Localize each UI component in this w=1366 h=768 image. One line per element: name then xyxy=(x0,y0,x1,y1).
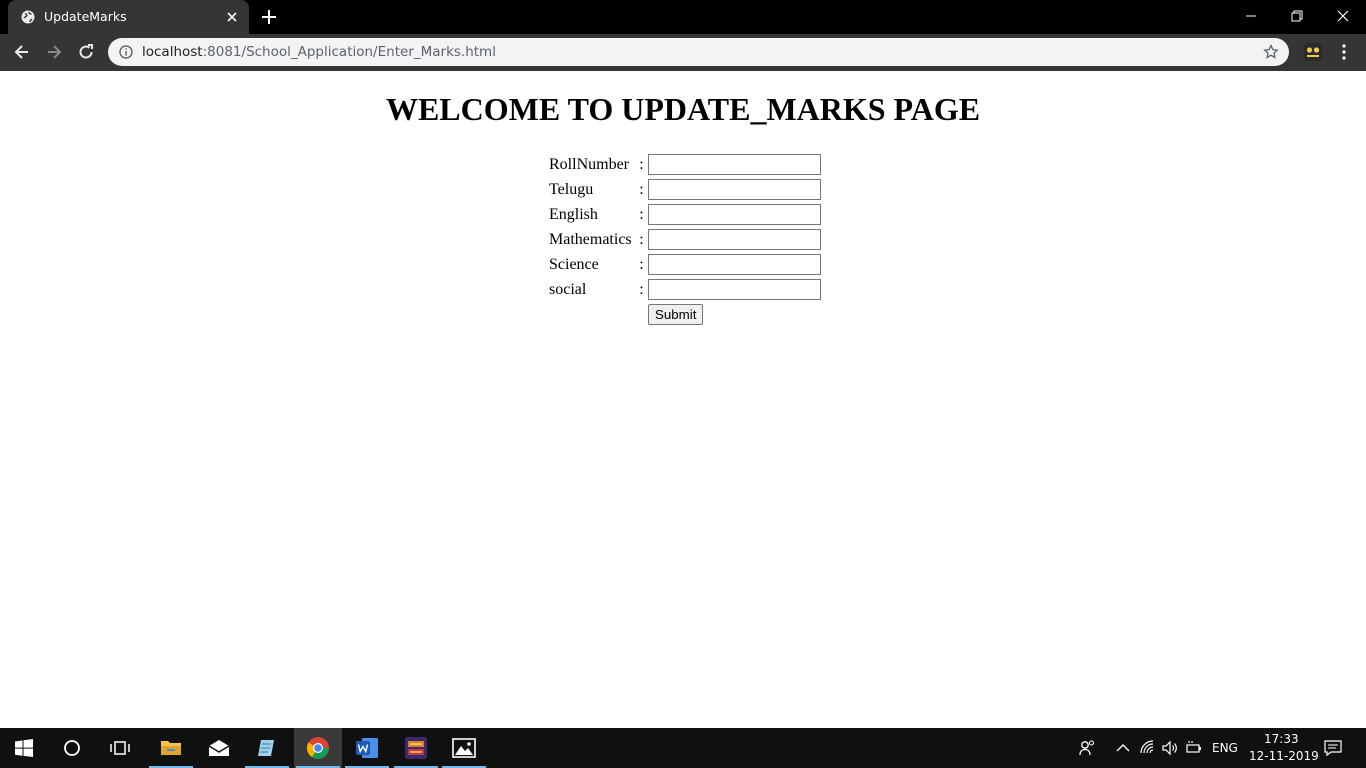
info-icon[interactable] xyxy=(119,45,133,59)
notepad-icon xyxy=(258,740,274,756)
close-tab-icon[interactable] xyxy=(224,9,240,25)
game-icon xyxy=(405,737,427,759)
field-separator: : xyxy=(639,155,644,173)
form-row-submit: Submit xyxy=(548,303,822,326)
taskbar-mail[interactable] xyxy=(195,728,243,768)
telugu-input[interactable] xyxy=(648,179,821,200)
field-label: Telugu xyxy=(549,180,594,198)
start-button[interactable] xyxy=(0,728,48,768)
field-label: RollNumber xyxy=(549,155,629,173)
volume-icon[interactable] xyxy=(1161,739,1179,757)
form-row-social: social : xyxy=(548,278,822,301)
language-indicator[interactable]: ENG xyxy=(1212,741,1238,755)
form-row-telugu: Telugu : xyxy=(548,178,822,201)
mail-icon xyxy=(208,740,230,756)
tab-title: UpdateMarks xyxy=(44,9,127,24)
chrome-icon xyxy=(306,737,329,759)
url-text: localhost:8081/School_Application/Enter_… xyxy=(142,44,496,60)
word-icon xyxy=(356,738,378,758)
url-path: :8081/School_Application/Enter_Marks.htm… xyxy=(202,44,496,60)
address-bar[interactable]: localhost:8081/School_Application/Enter_… xyxy=(108,38,1289,66)
wifi-icon[interactable] xyxy=(1139,739,1157,757)
marks-form: RollNumber : Telugu : English : Mathemat… xyxy=(546,151,824,328)
field-separator: : xyxy=(639,205,644,223)
search-button[interactable] xyxy=(48,728,96,768)
task-view-icon xyxy=(110,741,130,755)
form-row-english: English : xyxy=(548,203,822,226)
form-row-mathematics: Mathematics : xyxy=(548,228,822,251)
field-separator: : xyxy=(639,280,644,298)
mathematics-input[interactable] xyxy=(648,229,821,250)
science-input[interactable] xyxy=(648,254,821,275)
browser-tab[interactable]: UpdateMarks xyxy=(8,0,249,34)
battery-icon[interactable] xyxy=(1185,739,1203,757)
field-separator: : xyxy=(639,255,644,273)
people-icon[interactable] xyxy=(1078,739,1096,757)
taskbar-notepad[interactable] xyxy=(243,728,291,768)
form-row-rollnumber: RollNumber : xyxy=(548,153,822,176)
field-label: Mathematics xyxy=(549,230,632,248)
page-content: WELCOME TO UPDATE_MARKS PAGE RollNumber … xyxy=(0,71,1366,728)
clock-date[interactable]: 12-11-2019 xyxy=(1249,749,1319,763)
taskbar-file-explorer[interactable] xyxy=(147,728,195,768)
clock-time[interactable]: 17:33 xyxy=(1264,732,1299,746)
bookmark-star-icon[interactable] xyxy=(1263,44,1279,60)
taskbar-chrome[interactable] xyxy=(294,728,342,768)
field-label: English xyxy=(549,205,598,223)
english-input[interactable] xyxy=(648,204,821,225)
close-window-icon[interactable] xyxy=(1333,6,1353,26)
search-circle-icon xyxy=(64,740,80,756)
start-icon xyxy=(15,739,33,757)
windows-taskbar: ENG 17:33 12-11-2019 xyxy=(0,728,1366,768)
field-label: Science xyxy=(549,255,599,273)
social-input[interactable] xyxy=(648,279,821,300)
taskbar-game[interactable] xyxy=(392,728,440,768)
reload-icon[interactable] xyxy=(76,42,96,62)
menu-dots-icon[interactable] xyxy=(1336,42,1352,62)
notification-icon[interactable] xyxy=(1324,739,1342,757)
minimize-icon[interactable] xyxy=(1241,6,1261,26)
rollnumber-input[interactable] xyxy=(648,154,821,175)
restore-icon[interactable] xyxy=(1287,6,1307,26)
profile-avatar-icon[interactable] xyxy=(1303,42,1323,62)
field-separator: : xyxy=(639,180,644,198)
task-view-button[interactable] xyxy=(96,728,144,768)
url-host: localhost xyxy=(142,44,203,60)
back-arrow-icon[interactable] xyxy=(12,42,32,62)
browser-titlebar: UpdateMarks xyxy=(0,0,1366,34)
taskbar-photos[interactable] xyxy=(440,728,488,768)
submit-button[interactable]: Submit xyxy=(648,304,704,325)
new-tab-icon[interactable] xyxy=(260,8,278,26)
taskbar-word[interactable] xyxy=(343,728,391,768)
page-title: WELCOME TO UPDATE_MARKS PAGE xyxy=(385,91,981,127)
browser-toolbar: localhost:8081/School_Application/Enter_… xyxy=(0,34,1366,71)
forward-arrow-icon[interactable] xyxy=(44,42,64,62)
globe-icon xyxy=(21,10,35,24)
field-label: social xyxy=(549,280,587,298)
file-explorer-icon xyxy=(161,741,181,755)
photos-icon xyxy=(452,738,476,758)
form-row-science: Science : xyxy=(548,253,822,276)
chevron-up-icon[interactable] xyxy=(1114,739,1132,757)
field-separator: : xyxy=(639,230,644,248)
